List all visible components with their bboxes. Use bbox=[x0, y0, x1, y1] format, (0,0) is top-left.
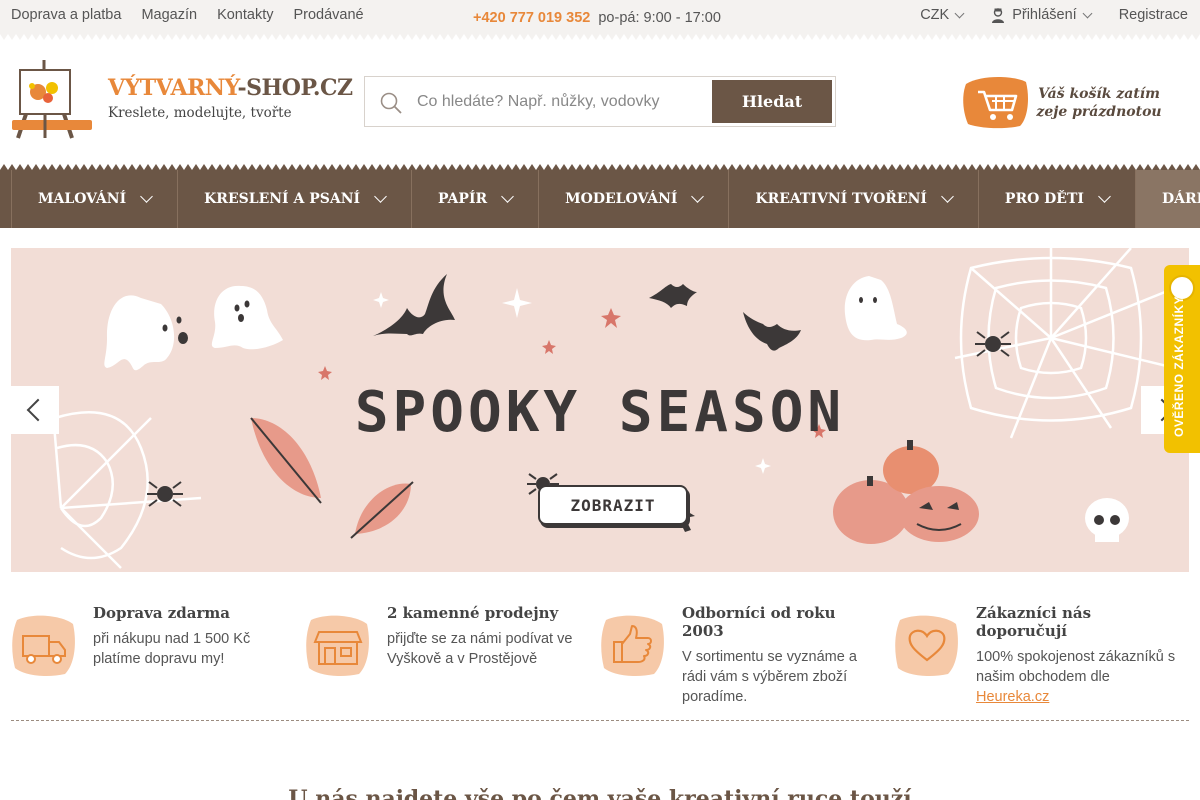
feature-desc: V sortimentu se vyznáme a rádi vám s výb… bbox=[682, 649, 857, 705]
top-links: Doprava a platba Magazín Kontakty Prodáv… bbox=[11, 7, 384, 23]
nav-label: MALOVÁNÍ bbox=[38, 191, 127, 207]
nav-label: DÁRKOVÉ POUK bbox=[1161, 191, 1200, 207]
top-right: CZK Přihlášení Registrace bbox=[892, 7, 1188, 23]
ghost-icon bbox=[211, 285, 283, 350]
chevron-left-icon bbox=[26, 398, 50, 422]
user-icon bbox=[992, 7, 1005, 23]
link-stores[interactable]: Prodávané bbox=[293, 7, 363, 23]
heart-icon bbox=[895, 615, 958, 676]
search-box: Hledat bbox=[364, 76, 836, 127]
logo-title: VÝTVARNÝ-SHOP.CZ bbox=[108, 75, 353, 101]
cart-icon[interactable] bbox=[962, 74, 1030, 130]
spider-icon bbox=[147, 481, 183, 507]
logo-easel-icon[interactable] bbox=[10, 58, 94, 140]
nav-item-modeling[interactable]: MODELOVÁNÍ bbox=[538, 170, 728, 228]
nav-item-drawing[interactable]: KRESLENÍ A PSANÍ bbox=[177, 170, 411, 228]
search-icon bbox=[380, 92, 402, 114]
zigzag-divider bbox=[0, 34, 1200, 42]
ghost-icon bbox=[104, 295, 188, 371]
phone-number[interactable]: +420 777 019 352 bbox=[473, 10, 590, 26]
chevron-down-icon bbox=[501, 190, 515, 203]
feature-desc: 100% spokojenost zákazníků s našim obcho… bbox=[976, 647, 1176, 707]
logo-title-part2: -SHOP.CZ bbox=[237, 75, 353, 101]
thumbs-up-icon bbox=[601, 615, 664, 676]
search-button[interactable]: Hledat bbox=[712, 80, 832, 123]
banner-title: SPOOKY SEASON bbox=[354, 380, 846, 445]
link-shipping[interactable]: Doprava a platba bbox=[11, 7, 121, 23]
logo-tagline: Kreslete, modelujte, tvořte bbox=[108, 105, 292, 121]
feature-title: Odborníci od roku 2003 bbox=[682, 604, 836, 640]
nav-label: KREATIVNÍ TVOŘENÍ bbox=[755, 191, 927, 207]
search-input[interactable] bbox=[417, 89, 707, 115]
chevron-down-icon bbox=[140, 190, 154, 203]
contact-phone: +420 777 019 352 po-pá: 9:00 - 17:00 bbox=[473, 10, 721, 26]
feature-desc: přijďte se za námi podívat ve Vyškově a … bbox=[387, 631, 573, 667]
logo-title-part1: VÝTVARNÝ bbox=[108, 75, 238, 101]
logo[interactable]: VÝTVARNÝ-SHOP.CZ Kreslete, modelujte, tv… bbox=[108, 75, 353, 121]
top-bar: Doprava a platba Magazín Kontakty Prodáv… bbox=[0, 0, 1200, 34]
feature-title: Doprava zdarma bbox=[93, 604, 230, 622]
bat-icon bbox=[743, 312, 801, 351]
nav-label: PAPÍR bbox=[438, 191, 488, 207]
opening-hours: po-pá: 9:00 - 17:00 bbox=[598, 10, 721, 26]
nav-item-kids[interactable]: PRO DĚTI bbox=[977, 170, 1135, 228]
carousel-prev-button[interactable] bbox=[11, 386, 59, 434]
truck-icon bbox=[12, 615, 75, 676]
main-nav: MALOVÁNÍ KRESLENÍ A PSANÍ PAPÍR MODELOVÁ… bbox=[0, 170, 1200, 228]
register-link[interactable]: Registrace bbox=[1119, 7, 1188, 23]
feature-title: 2 kamenné prodejny bbox=[387, 604, 559, 622]
bat-icon bbox=[649, 284, 697, 308]
skull-icon bbox=[1085, 498, 1129, 542]
ghost-icon bbox=[844, 276, 907, 341]
nav-item-gift-vouchers[interactable]: DÁRKOVÉ POUK bbox=[1134, 170, 1200, 228]
feature-title: Zákazníci nás doporučují bbox=[976, 604, 1092, 640]
chevron-down-icon bbox=[374, 190, 387, 203]
currency-select[interactable]: CZK bbox=[920, 7, 965, 23]
section-heading: U nás najdete vše po čem vaše kreativní … bbox=[288, 786, 912, 800]
currency-label: CZK bbox=[920, 7, 950, 23]
banner-cta-button[interactable]: ZOBRAZIT bbox=[538, 485, 688, 525]
nav-item-paper[interactable]: PAPÍR bbox=[411, 170, 538, 228]
link-magazine[interactable]: Magazín bbox=[141, 7, 197, 23]
zigzag-divider bbox=[0, 162, 1200, 170]
nav-label: MODELOVÁNÍ bbox=[565, 191, 678, 207]
leaf-icon bbox=[350, 481, 414, 539]
spider-icon bbox=[975, 331, 1011, 357]
chevron-down-icon bbox=[954, 8, 965, 18]
nav-label: KRESLENÍ A PSANÍ bbox=[204, 191, 361, 207]
cart-status[interactable]: Váš košík zatím zeje prázdnotou bbox=[1035, 85, 1163, 121]
section-divider bbox=[11, 720, 1189, 721]
link-contacts[interactable]: Kontakty bbox=[217, 7, 273, 23]
chevron-down-icon bbox=[691, 190, 705, 203]
verified-badge[interactable]: OVĚŘENO ZÁKAZNÍKY bbox=[1164, 265, 1200, 453]
login-label: Přihlášení bbox=[1012, 7, 1077, 23]
chevron-down-icon bbox=[941, 190, 954, 203]
nav-item-painting[interactable]: MALOVÁNÍ bbox=[11, 170, 177, 228]
login-menu[interactable]: Přihlášení bbox=[991, 7, 1093, 23]
feature-desc: při nákupu nad 1 500 Kč platíme dopravu … bbox=[93, 631, 251, 667]
nav-label: PRO DĚTI bbox=[1004, 191, 1084, 207]
verified-label: OVĚŘENO ZÁKAZNÍKY bbox=[1172, 295, 1186, 437]
bat-icon bbox=[373, 274, 455, 336]
feature-desc-text: 100% spokojenost zákazníků s našim obcho… bbox=[976, 649, 1176, 685]
chevron-down-icon bbox=[1098, 190, 1111, 203]
nav-item-creative[interactable]: KREATIVNÍ TVOŘENÍ bbox=[728, 170, 978, 228]
heureka-link[interactable]: Heureka.cz bbox=[976, 689, 1049, 705]
shop-icon bbox=[306, 615, 369, 676]
hero-banner[interactable]: SPOOKY SEASON ZOBRAZIT bbox=[11, 248, 1189, 572]
pumpkin-icon bbox=[833, 440, 979, 544]
chevron-down-icon bbox=[1082, 8, 1093, 18]
